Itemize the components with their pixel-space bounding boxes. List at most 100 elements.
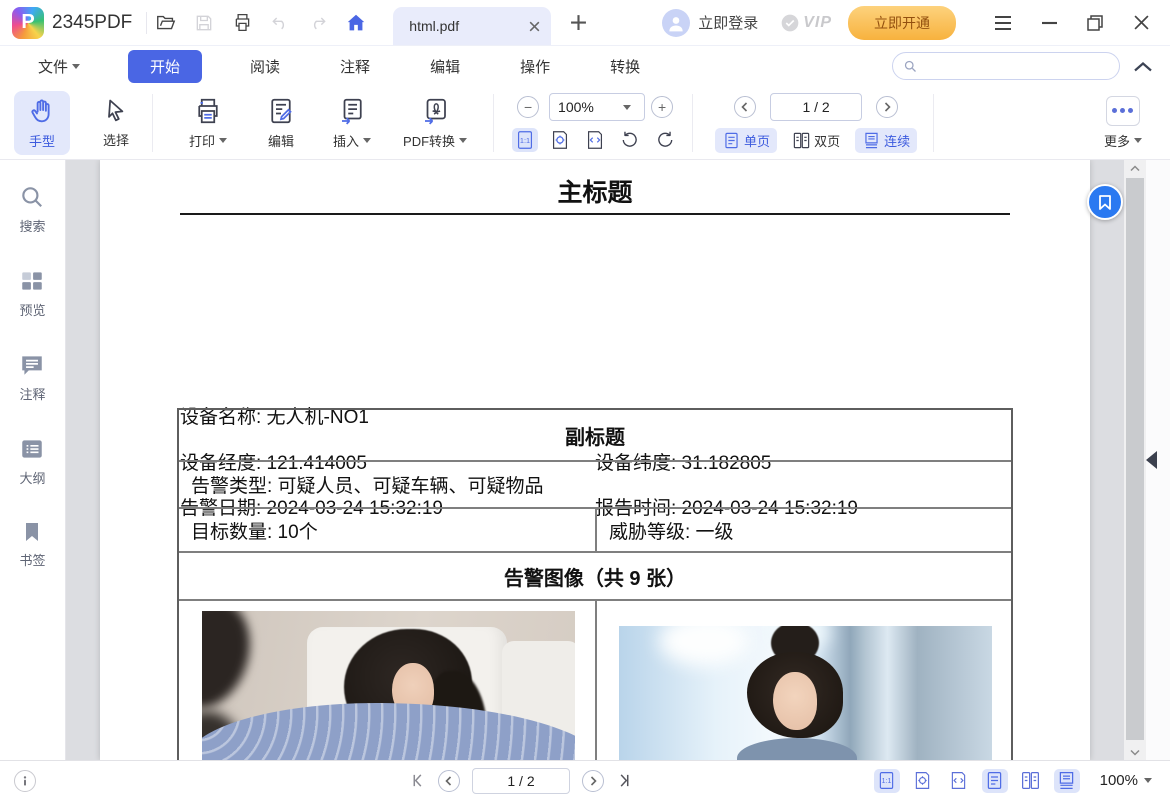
document-canvas[interactable]: 主标题 设备名称: 无人机-NO1 设备经度: 121.414005 设备纬度:… [66,160,1170,760]
search-input[interactable] [924,59,1109,74]
menu-read[interactable]: 阅读 [238,50,292,83]
zoom-out-icon[interactable]: − [517,96,539,118]
fit-width-icon[interactable] [582,128,608,152]
left-sidebar: 搜索 预览 注释 大纲 书签 [0,160,66,760]
last-page-icon[interactable] [616,773,631,788]
fit-page-icon[interactable] [910,769,936,793]
logo-letter: P [21,11,34,34]
sidebar-item-search[interactable]: 搜索 [19,184,45,235]
redo-icon[interactable] [299,6,337,40]
menu-file-label: 文件 [38,56,68,77]
single-page-icon[interactable] [982,769,1008,793]
statusbar-page-input[interactable] [472,768,570,794]
prev-page-icon[interactable] [734,96,756,118]
table-row-count-level: 目标数量: 10个 威胁等级: 一级 [179,507,1011,551]
next-page-icon[interactable] [876,96,898,118]
new-tab-icon[interactable] [559,6,597,40]
table-alarm-type: 告警类型: 可疑人员、可疑车辆、可疑物品 [179,471,544,498]
comment-icon [19,352,45,378]
insert-label: 插入 [333,131,371,150]
more-button[interactable]: 更多 [1094,91,1152,155]
table-target-count: 目标数量: 10个 [179,509,595,551]
menu-operate[interactable]: 操作 [508,50,562,83]
fit-width-icon[interactable] [946,769,972,793]
menu-home[interactable]: 开始 [128,50,202,83]
edit-label: 编辑 [268,131,294,150]
menu-convert[interactable]: 转换 [598,50,652,83]
page-input[interactable] [770,93,862,121]
info-icon[interactable] [14,770,36,792]
collapse-toolbar-icon[interactable] [1134,61,1152,72]
hand-tool-button[interactable]: 手型 [14,91,70,155]
chevron-down-icon [363,138,371,143]
menu-icon[interactable] [980,6,1026,40]
tab-close-icon[interactable] [528,20,541,33]
prev-page-icon[interactable] [438,770,460,792]
divider [152,94,153,152]
page-controls: 单页 双页 连续 [715,93,917,153]
scroll-up-icon[interactable] [1124,160,1146,176]
app-name: 2345PDF [52,12,132,34]
fit-page-icon[interactable] [547,128,573,152]
divider [692,94,693,152]
continuous-mode[interactable]: 连续 [855,128,917,153]
insert-button[interactable]: 插入 [323,91,381,155]
print-button[interactable]: 打印 [179,91,237,155]
actual-size-icon[interactable]: 1:1 [512,128,538,152]
continuous-icon[interactable] [1054,769,1080,793]
continuous-label: 连续 [884,131,910,150]
sidebar-item-outline[interactable]: 大纲 [19,436,45,487]
sidebar-item-preview[interactable]: 预览 [19,268,45,319]
vip-badge[interactable]: VIP [780,13,832,33]
sidebar-item-bookmark[interactable]: 书签 [19,520,45,569]
zoom-dropdown-icon[interactable] [623,105,631,110]
sidebar-bookmark-label: 书签 [19,550,45,569]
pdf-convert-button[interactable]: PDF转换 [393,91,477,155]
minimize-icon[interactable] [1026,6,1072,40]
scroll-down-icon[interactable] [1124,744,1146,760]
edit-button[interactable]: 编辑 [253,91,309,155]
double-page-label: 双页 [814,131,840,150]
vip-label: VIP [803,14,832,32]
rotate-left-icon[interactable] [617,128,643,152]
chevron-down-icon [1134,138,1142,143]
upgrade-button[interactable]: 立即开通 [848,6,956,40]
titlebar: P 2345PDF html.pdf 立即登录 VIP 立即开通 [0,0,1170,46]
menu-read-label: 阅读 [250,56,280,77]
next-page-icon[interactable] [582,770,604,792]
undo-icon[interactable] [261,6,299,40]
hand-icon [27,96,57,126]
double-page-icon[interactable] [1018,769,1044,793]
scrollbar-thumb[interactable] [1126,178,1144,740]
home-icon[interactable] [337,6,375,40]
single-page-mode[interactable]: 单页 [715,128,777,153]
vertical-scrollbar[interactable] [1124,160,1146,760]
sidebar-item-comment[interactable]: 注释 [19,352,45,403]
print-icon[interactable] [223,6,261,40]
restore-icon[interactable] [1072,6,1118,40]
open-file-icon[interactable] [147,6,185,40]
save-icon[interactable] [185,6,223,40]
double-page-mode[interactable]: 双页 [785,128,847,153]
menu-edit[interactable]: 编辑 [418,50,472,83]
zoom-in-icon[interactable]: + [651,96,673,118]
avatar[interactable] [662,9,690,37]
search-box[interactable] [892,52,1120,80]
single-page-label: 单页 [744,131,770,150]
bookmark-float-button[interactable] [1087,184,1123,220]
zoom-controls: − + 1:1 [512,93,678,152]
collapse-panel-arrow[interactable] [1146,451,1157,469]
login-button[interactable]: 立即登录 [698,12,758,33]
rotate-right-icon[interactable] [652,128,678,152]
menu-file[interactable]: 文件 [26,50,92,83]
statusbar-zoom[interactable]: 100% [1100,772,1152,789]
first-page-icon[interactable] [411,773,426,788]
actual-size-icon[interactable]: 1:1 [874,769,900,793]
close-window-icon[interactable] [1118,6,1164,40]
title-rule [180,213,1010,215]
pdf-page[interactable]: 主标题 设备名称: 无人机-NO1 设备经度: 121.414005 设备纬度:… [100,160,1090,760]
menu-comment[interactable]: 注释 [328,50,382,83]
document-tab[interactable]: html.pdf [393,7,551,45]
doc-main-title: 主标题 [100,173,1090,209]
select-tool-button[interactable]: 选择 [88,92,144,154]
